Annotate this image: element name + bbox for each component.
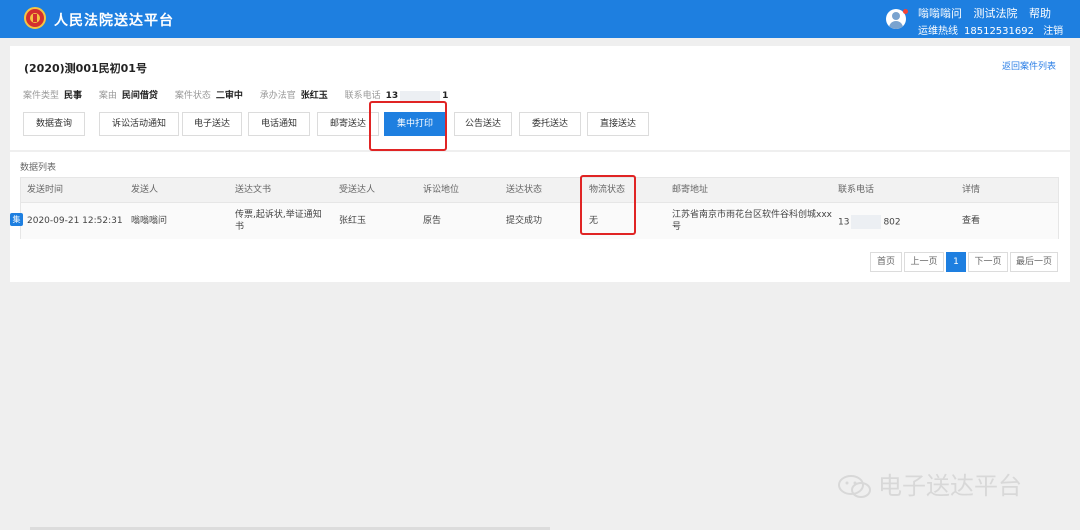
list-panel: 数据列表 发送时间 发送人 送达文书 受送达人 诉讼地位 送达状态 物流状态 邮… — [10, 152, 1070, 282]
tab-phone-notice[interactable]: 电话通知 — [248, 112, 310, 136]
col-receiver: 受送达人 — [339, 185, 376, 195]
notification-dot — [903, 9, 908, 14]
centralized-tag-badge: 集 — [10, 213, 23, 226]
tab-data-query[interactable]: 数据查询 — [23, 112, 85, 136]
tab-electronic-delivery[interactable]: 电子送达 — [182, 112, 242, 136]
first-page-button[interactable]: 首页 — [870, 252, 902, 272]
cell-documents: 传票,起诉状,举证通知书 — [235, 210, 322, 232]
page-1-button[interactable]: 1 — [946, 252, 966, 272]
court-emblem-icon — [24, 7, 46, 29]
hotline-number: 18512531692 — [964, 26, 1034, 37]
col-send-time: 发送时间 — [27, 185, 64, 195]
phone-value: 13 1 — [385, 90, 449, 101]
col-delivery-status: 送达状态 — [506, 185, 543, 195]
col-litigation-position: 诉讼地位 — [423, 185, 460, 195]
hotline-label: 运维热线 — [918, 26, 958, 37]
tab-entrusted-delivery[interactable]: 委托送达 — [519, 112, 581, 136]
judge-value: 张红玉 — [300, 91, 328, 101]
cell-contact-phone: 13 802 — [838, 215, 901, 229]
prev-page-button[interactable]: 上一页 — [904, 252, 944, 272]
case-status-key: 案件状态 — [174, 91, 211, 101]
site-title: 人民法院送达平台 — [54, 13, 174, 29]
case-type-value: 民事 — [64, 91, 83, 101]
user-name[interactable]: 嗡嗡嗡问 — [918, 7, 962, 20]
cell-sender: 嗡嗡嗡问 — [131, 216, 168, 226]
help-link[interactable]: 帮助 — [1029, 7, 1051, 20]
cell-litigation-position: 原告 — [423, 216, 442, 226]
pagination: 首页 上一页 1 下一页 最后一页 — [870, 252, 1058, 272]
col-documents: 送达文书 — [235, 185, 272, 195]
phone-key: 联系电话 — [344, 91, 381, 101]
col-sender: 发送人 — [131, 185, 159, 195]
cell-send-time: 2020-09-21 12:52:31 — [27, 216, 123, 226]
data-table: 发送时间 发送人 送达文书 受送达人 诉讼地位 送达状态 物流状态 邮寄地址 联… — [10, 177, 1059, 239]
case-panel: (2020)测001民初01号 返回案件列表 案件类型 民事 案由 民间借贷 案件状… — [10, 46, 1070, 150]
next-page-button[interactable]: 下一页 — [968, 252, 1008, 272]
back-to-case-list-link[interactable]: 返回案件列表 — [1002, 59, 1056, 72]
tab-direct-delivery[interactable]: 直接送达 — [587, 112, 649, 136]
table-row: 集 2020-09-21 12:52:31 嗡嗡嗡问 传票,起诉状,举证通知书 … — [10, 202, 1058, 239]
logout-link[interactable]: 注销 — [1043, 26, 1063, 37]
case-status-value: 二审中 — [215, 91, 243, 101]
case-type-key: 案件类型 — [23, 91, 60, 101]
watermark: 电子送达平台 — [838, 466, 1022, 506]
court-name[interactable]: 测试法院 — [974, 7, 1018, 20]
cell-delivery-status: 提交成功 — [506, 216, 543, 226]
col-contact-phone: 联系电话 — [838, 185, 875, 195]
case-meta: 案件类型 民事 案由 民间借贷 案件状态 二审中 承办法官 张红玉 联系电话 13 1 — [23, 88, 462, 101]
cell-mail-address: 江苏省南京市雨花台区软件谷科创城xxx号 — [672, 210, 832, 232]
tab-announcement-delivery[interactable]: 公告送达 — [454, 112, 512, 136]
table-header-row: 发送时间 发送人 送达文书 受送达人 诉讼地位 送达状态 物流状态 邮寄地址 联… — [21, 178, 1058, 202]
last-page-button[interactable]: 最后一页 — [1010, 252, 1058, 272]
cell-receiver: 张红玉 — [339, 216, 367, 226]
case-number: (2020)测001民初01号 — [24, 62, 147, 75]
top-bar: 人民法院送达平台 嗡嗡嗡问 测试法院 帮助 运维热线 18512531692 注销 — [0, 0, 1080, 38]
col-detail: 详情 — [962, 185, 981, 195]
view-detail-link[interactable]: 查看 — [962, 215, 980, 227]
highlight-centralized-print — [369, 101, 447, 151]
col-mail-address: 邮寄地址 — [672, 185, 709, 195]
highlight-logistics-status — [580, 175, 636, 235]
wechat-icon — [838, 474, 872, 506]
list-title: 数据列表 — [20, 163, 57, 173]
case-cause-value: 民间借贷 — [121, 91, 158, 101]
judge-key: 承办法官 — [259, 91, 296, 101]
case-cause-key: 案由 — [98, 91, 117, 101]
tab-litigation-notice[interactable]: 诉讼活动通知 — [99, 112, 179, 136]
watermark-text: 电子送达平台 — [878, 472, 1022, 500]
